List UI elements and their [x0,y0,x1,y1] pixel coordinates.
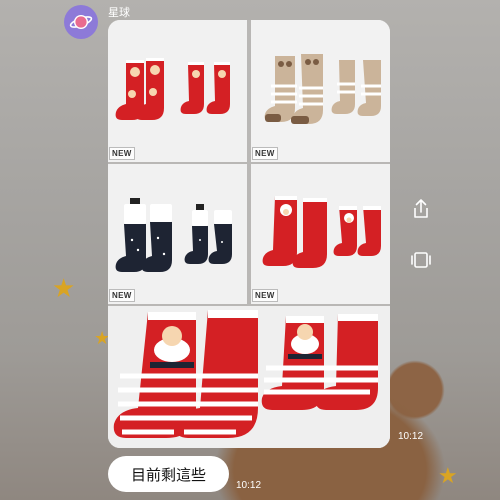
share-icon [414,199,428,218]
sender-avatar[interactable] [64,5,98,39]
message-text: 目前剩這些 [130,465,206,484]
keep-button[interactable] [410,250,432,275]
new-badge: NEW [252,147,278,160]
beige-reindeer-socks-image [251,20,390,162]
navy-snowman-socks-image [108,164,247,304]
star-decoration-icon: ★ [438,464,458,489]
planet-icon [69,15,93,29]
photo-album[interactable]: NEW NEW NEW NEW [108,20,390,448]
star-decoration-icon: ★ [52,274,76,304]
red-reindeer-socks-image [108,20,247,162]
album-photo-3[interactable]: NEW [108,164,247,304]
sender-name: 星球 [108,7,130,19]
message-timestamp: 10:12 [236,480,262,491]
message-bubble[interactable]: 目前剩這些 [108,456,229,492]
album-photo-2[interactable]: NEW [251,20,390,162]
new-badge: NEW [109,147,135,160]
keep-icon [411,252,431,268]
album-timestamp: 10:12 [398,431,424,442]
album-photo-1[interactable]: NEW [108,20,247,162]
album-photo-5[interactable] [108,306,390,448]
share-button[interactable] [411,198,431,225]
album-photo-4[interactable]: NEW [251,164,390,304]
large-red-santa-socks-image [108,306,390,448]
new-badge: NEW [109,289,135,302]
red-santa-socks-image [251,164,390,304]
new-badge: NEW [252,289,278,302]
